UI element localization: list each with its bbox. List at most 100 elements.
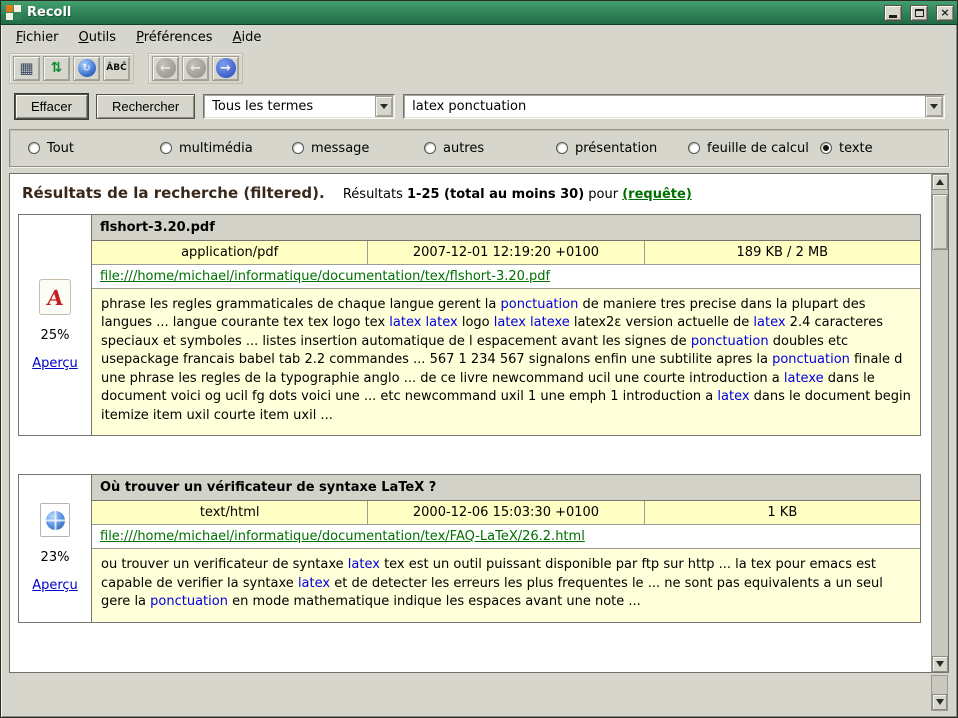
result-mime: application/pdf [92,241,368,264]
abstract-text: latex2ε version actuelle de [570,315,754,330]
spell-icon: ÂBĈ [106,63,126,73]
bottom-strip [1,673,957,717]
radio-icon[interactable] [28,142,40,154]
menu-outils[interactable]: Outils [70,27,126,48]
result-url-link[interactable]: file:///home/michael/informatique/docume… [100,269,550,284]
filter-feuille-de-calcul[interactable]: feuille de calcul [688,141,820,156]
term-explorer-button[interactable]: ÂBĈ [103,56,130,81]
sort-arrows-icon: ⇅ [51,60,63,76]
result-abstract: phrase les regles grammaticales de chaqu… [92,289,920,435]
clear-list-button[interactable]: ▦ [13,56,40,81]
highlighted-term: ponctuation [150,594,228,609]
outer-scroll-down-button[interactable] [932,694,947,710]
results-connector: pour [588,187,618,202]
result-date: 2000-12-06 15:03:30 +0100 [368,501,644,524]
outer-scrollbar-track[interactable] [932,676,947,694]
filter-autres[interactable]: autres [424,141,556,156]
minimize-button[interactable] [884,5,902,21]
query-history-dropdown-button[interactable] [925,96,943,117]
filter-label: multimédia [179,141,253,156]
close-button[interactable]: × [936,5,954,21]
scroll-up-button[interactable] [932,174,948,190]
search-result-1: A 25% Aperçu flshort-3.20.pdf applicatio… [18,214,921,436]
filter-bar: Tout multimédia message autres présentat… [9,129,949,167]
pdf-icon: A [39,279,71,315]
filter-multimedia[interactable]: multimédia [160,141,292,156]
app-icon [6,5,21,20]
scrollbar-thumb[interactable] [932,194,948,250]
result-gutter: A 25% Aperçu [19,215,91,435]
back-arrow-icon: ← [156,58,176,78]
arrow-up-icon [936,179,944,185]
results-list: Résultats de la recherche (filtered). Ré… [10,174,931,672]
highlighted-term: ponctuation [772,352,850,367]
filter-label: message [311,141,369,156]
highlighted-term: latex [717,389,749,404]
menu-aide[interactable]: Aide [224,27,271,48]
results-scrollbar[interactable] [931,174,948,672]
result-url-link[interactable]: file:///home/michael/informatique/docume… [100,529,585,544]
abstract-text: en mode mathematique indique les espaces… [228,594,641,609]
result-main: flshort-3.20.pdf application/pdf 2007-12… [91,215,920,435]
scrollbar-track[interactable] [932,190,948,656]
table-icon: ▦ [19,59,33,77]
next-page-button[interactable]: → [212,56,239,81]
result-url-row: file:///home/michael/informatique/docume… [92,525,920,549]
filter-message[interactable]: message [292,141,424,156]
query-link[interactable]: (requête) [622,187,692,202]
prev-page-button[interactable]: ← [182,56,209,81]
result-mime: text/html [92,501,368,524]
recoll-window: Recoll × Fichier Outils Préférences Aide… [0,0,958,718]
result-main: Où trouver un vérificateur de syntaxe La… [91,475,920,621]
filter-presentation[interactable]: présentation [556,141,688,156]
forward-arrow-icon: → [216,58,236,78]
preview-link[interactable]: Aperçu [32,356,78,371]
radio-icon[interactable] [556,142,568,154]
maximize-button[interactable] [910,5,928,21]
result-size: 189 KB / 2 MB [645,241,920,264]
radio-icon[interactable] [424,142,436,154]
highlighted-term: latex [753,315,785,330]
filter-tout[interactable]: Tout [28,141,160,156]
radio-icon[interactable] [688,142,700,154]
mode-dropdown-button[interactable] [375,96,393,117]
close-icon: × [940,7,949,18]
minimize-icon [889,15,897,18]
outer-scrollbar[interactable] [931,675,948,711]
titlebar[interactable]: Recoll × [1,1,957,25]
results-area: Résultats de la recherche (filtered). Ré… [9,173,949,673]
sort-button[interactable]: ⇅ [43,56,70,81]
result-abstract: ou trouver un verificateur de syntaxe la… [92,549,920,621]
back-arrow-icon-2: ← [186,58,206,78]
window-title: Recoll [27,5,876,20]
chevron-down-icon [930,104,938,109]
highlighted-term: latex [348,557,380,572]
search-tool-button[interactable]: ↻ [73,56,100,81]
search-mode-combo[interactable]: Tous les termes [203,94,395,119]
menu-preferences[interactable]: Préférences [127,27,221,48]
filter-texte[interactable]: texte [820,141,873,156]
result-gutter: 23% Aperçu [19,475,91,621]
search-button[interactable]: Rechercher [96,94,195,119]
maximize-icon [915,9,924,17]
radio-icon[interactable] [160,142,172,154]
filter-label: feuille de calcul [707,141,809,156]
radio-icon[interactable] [292,142,304,154]
results-range: 1-25 (total au moins 30) [407,187,584,202]
preview-link[interactable]: Aperçu [32,578,78,593]
query-input[interactable] [405,96,925,117]
scroll-down-button[interactable] [932,656,948,672]
menu-fichier[interactable]: Fichier [7,27,68,48]
highlighted-term: latex [298,576,330,591]
radio-icon[interactable] [820,142,832,154]
highlighted-term: ponctuation [691,334,769,349]
abstract-text: phrase les regles grammaticales de chaqu… [101,297,501,312]
filter-label: présentation [575,141,657,156]
first-page-button[interactable]: ← [152,56,179,81]
relevance-percent: 25% [41,328,70,343]
search-row: Effacer Rechercher Tous les termes [1,86,957,125]
results-header: Résultats de la recherche (filtered). Ré… [18,182,925,214]
relevance-percent: 23% [41,550,70,565]
highlighted-term: latex latexe [494,315,570,330]
clear-button[interactable]: Effacer [15,94,88,119]
